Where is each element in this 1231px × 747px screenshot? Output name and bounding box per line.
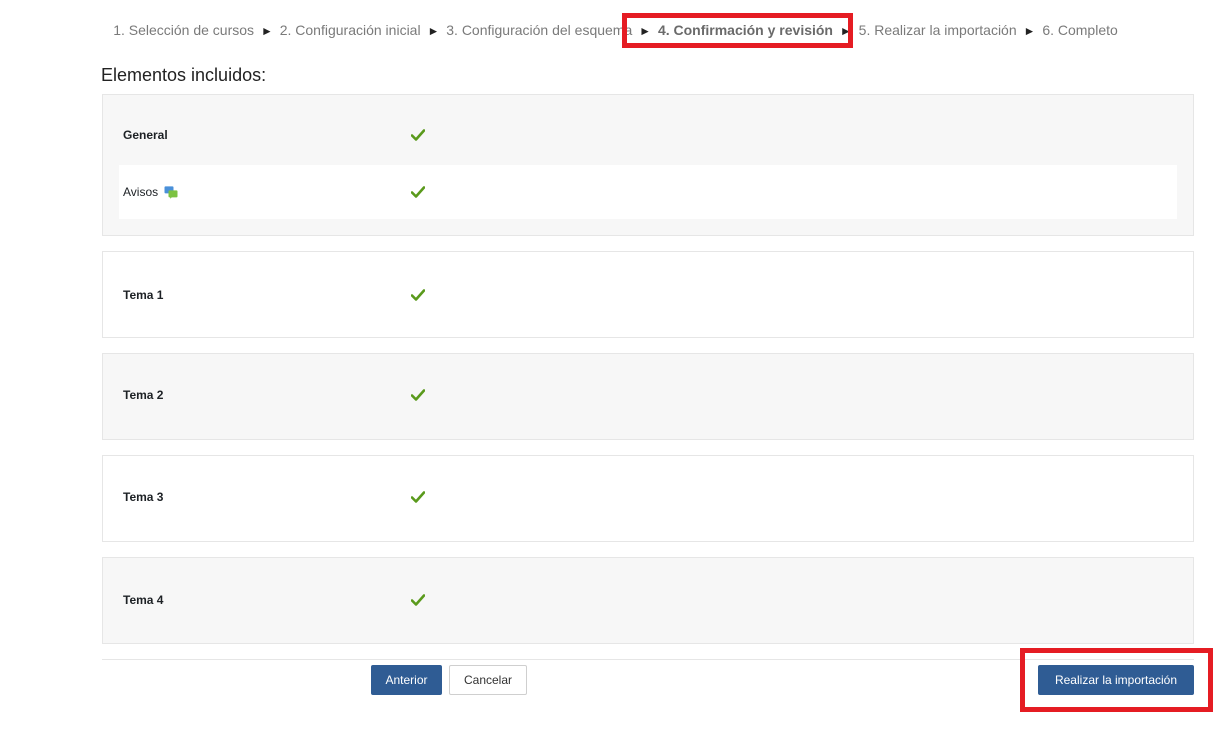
check-icon xyxy=(411,129,425,141)
step-5: 5. Realizar la importación xyxy=(858,22,1017,38)
step-3: 3. Configuración del esquema xyxy=(446,22,633,38)
step-2: 2. Configuración inicial xyxy=(279,22,421,38)
step-6: 6. Completo xyxy=(1042,22,1118,38)
section-row: Tema 4 xyxy=(119,573,1177,627)
section-tema-3: Tema 3 xyxy=(102,455,1194,542)
section-row: Tema 3 xyxy=(119,470,1177,524)
activity-label-wrap: Avisos xyxy=(123,185,178,199)
step-separator-icon: ► xyxy=(427,24,440,38)
activity-row: Avisos xyxy=(119,165,1177,219)
section-tema-2: Tema 2 xyxy=(102,353,1194,440)
step-separator-icon: ► xyxy=(639,24,652,38)
import-stepper: 1. Selección de cursos ► 2. Configuració… xyxy=(10,22,1221,38)
check-icon xyxy=(411,289,425,301)
check-icon xyxy=(411,186,425,198)
section-tema-4: Tema 4 xyxy=(102,557,1194,644)
form-divider xyxy=(102,659,1194,660)
check-icon xyxy=(411,491,425,503)
previous-button[interactable]: Anterior xyxy=(371,665,442,695)
step-separator-icon: ► xyxy=(260,24,273,38)
section-general: General Avisos xyxy=(102,94,1194,236)
section-row: Tema 1 xyxy=(119,268,1177,322)
step-separator-icon: ► xyxy=(1023,24,1036,38)
section-label: Tema 2 xyxy=(123,388,164,402)
step-1: 1. Selección de cursos xyxy=(113,22,255,38)
section-label: Tema 3 xyxy=(123,490,164,504)
perform-import-button[interactable]: Realizar la importación xyxy=(1038,665,1194,695)
section-row: General xyxy=(119,108,1177,162)
cancel-button[interactable]: Cancelar xyxy=(449,665,527,695)
section-label: Tema 1 xyxy=(123,288,164,302)
check-icon xyxy=(411,594,425,606)
section-label: General xyxy=(123,128,168,142)
forum-icon xyxy=(164,186,178,199)
included-items-title: Elementos incluidos: xyxy=(101,65,267,85)
check-icon xyxy=(411,389,425,401)
section-row: Tema 2 xyxy=(119,368,1177,422)
step-separator-icon: ► xyxy=(839,24,852,38)
section-tema-1: Tema 1 xyxy=(102,251,1194,338)
step-4-current: 4. Confirmación y revisión xyxy=(657,22,833,38)
section-label: Tema 4 xyxy=(123,593,164,607)
activity-label: Avisos xyxy=(123,184,159,199)
